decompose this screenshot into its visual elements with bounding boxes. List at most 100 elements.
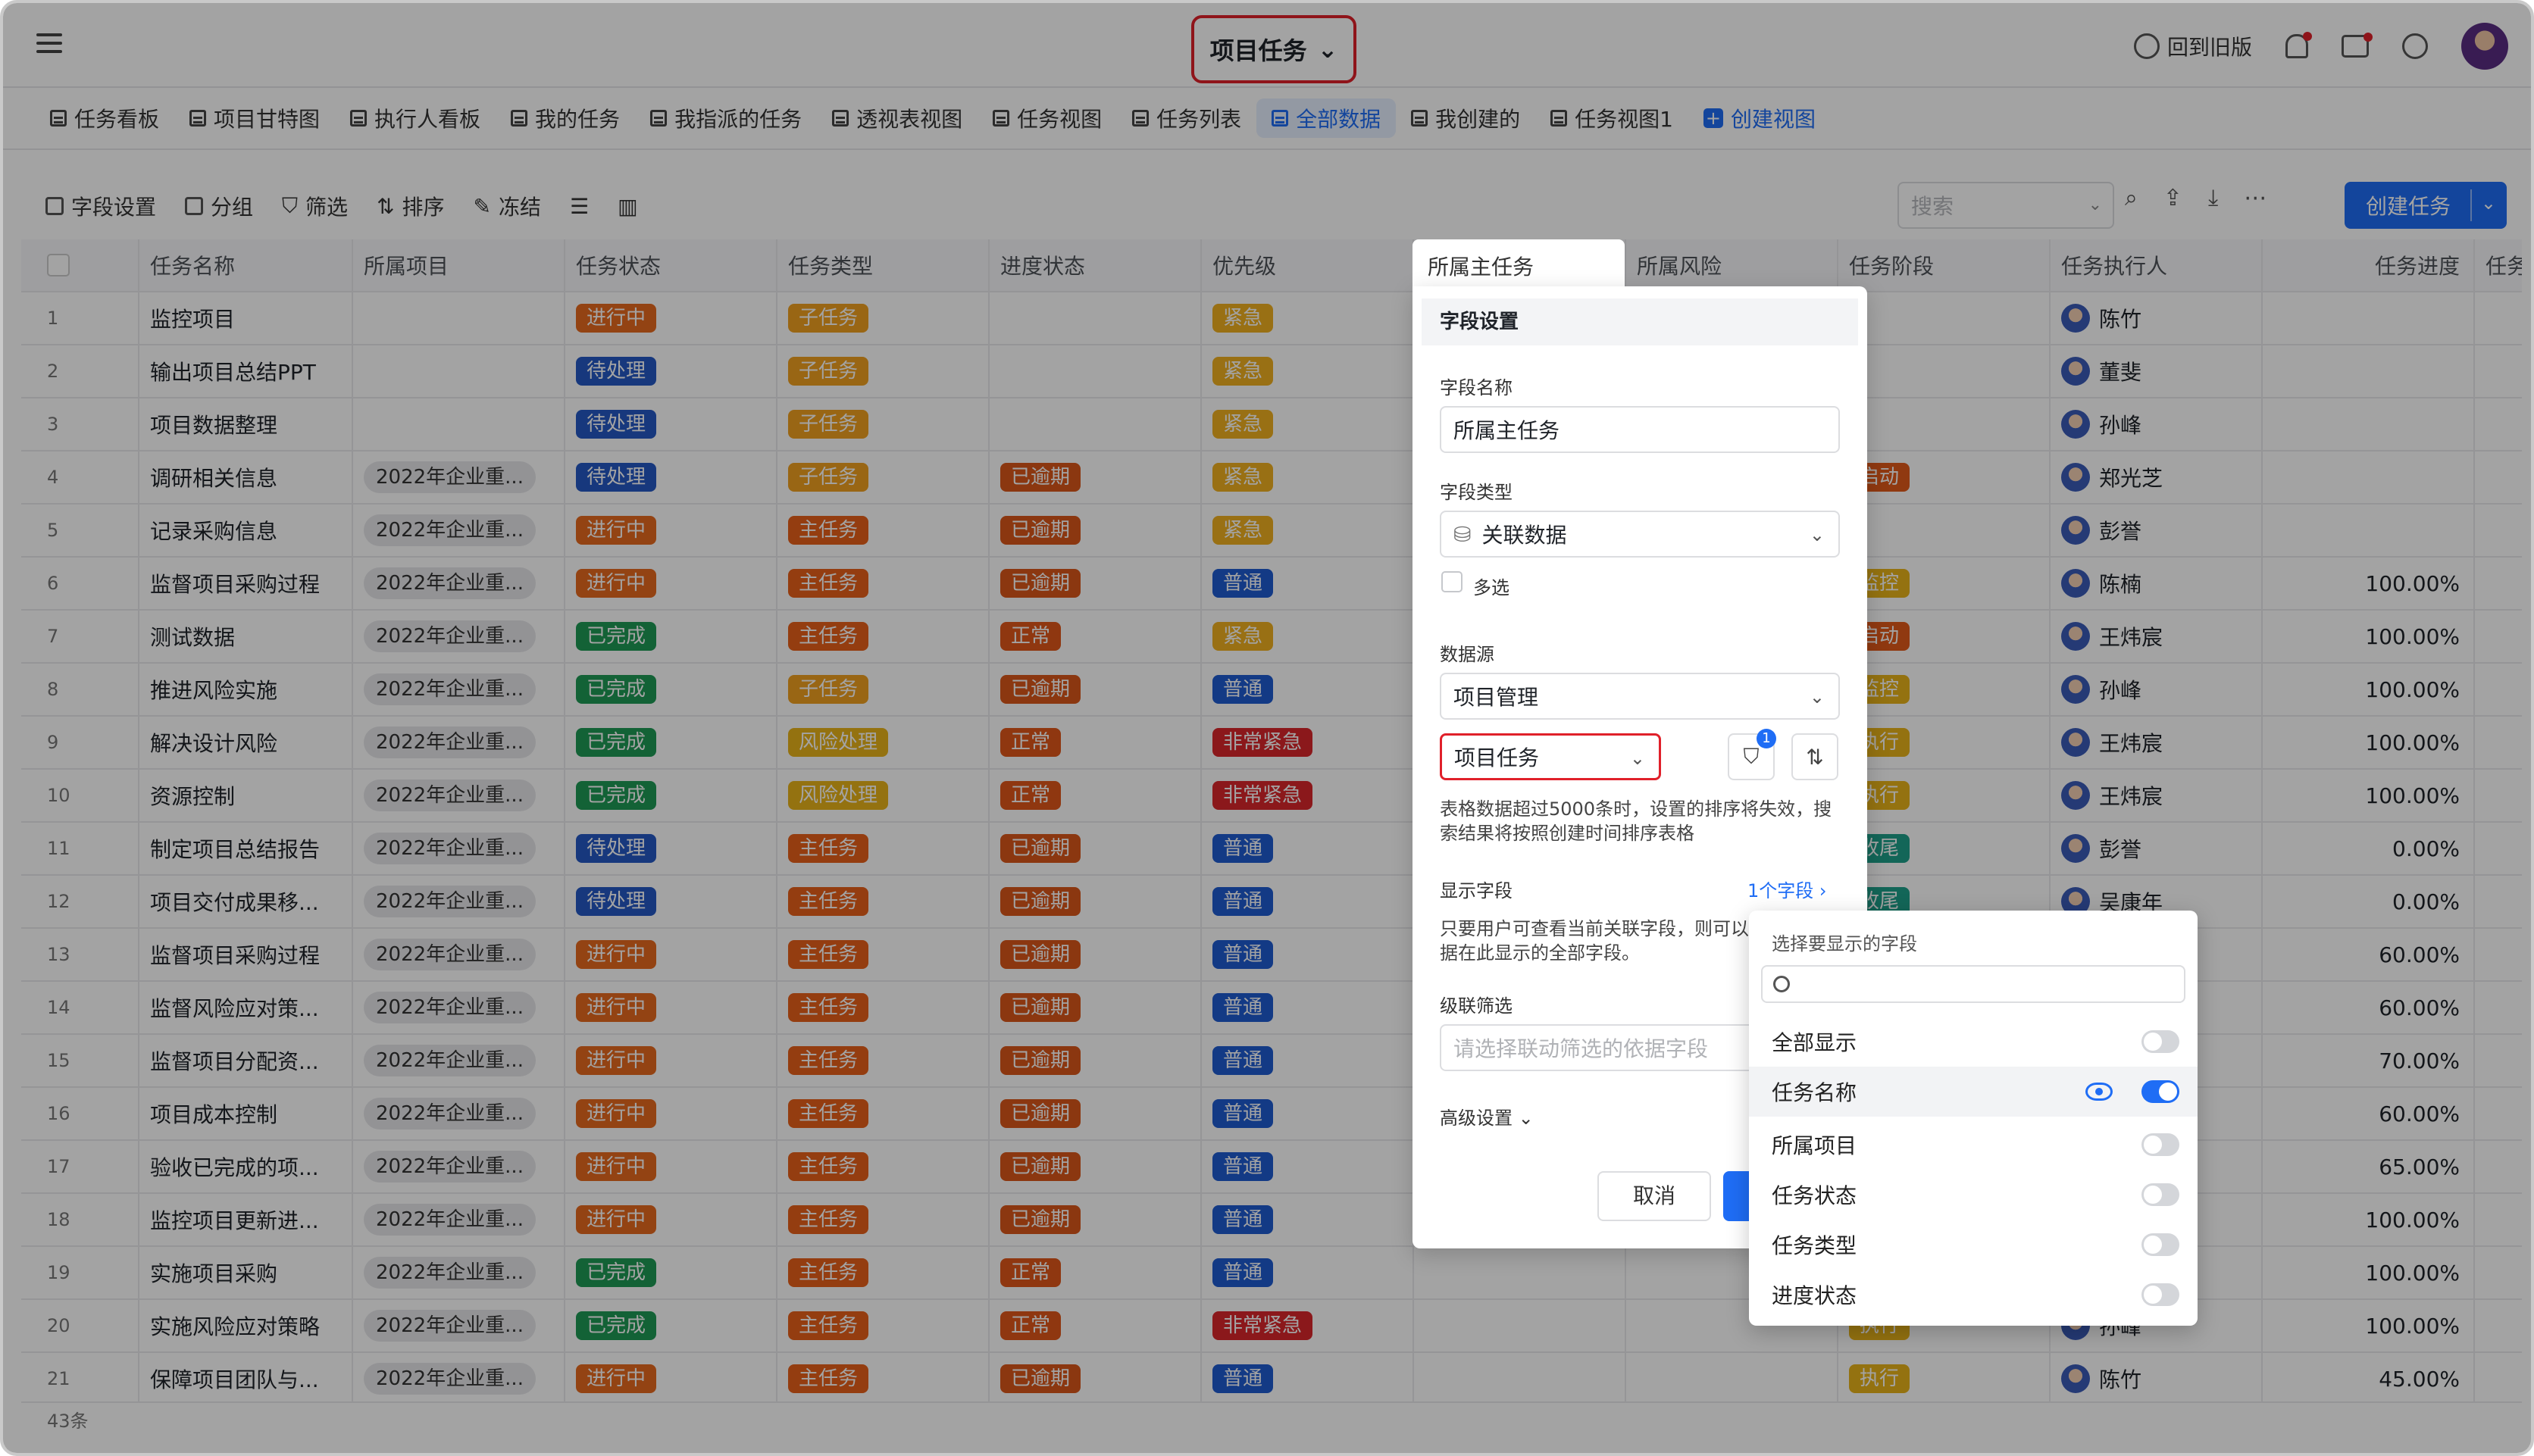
source-filter-button[interactable]: ⛉ 1 [1728, 729, 1776, 780]
field-option[interactable]: 全部显示 [1749, 1017, 2198, 1067]
search-input[interactable]: 搜索 ⌄ [1897, 182, 2114, 229]
task-name-cell[interactable]: 实施项目采购 [139, 1247, 353, 1298]
type-cell[interactable]: 主任务 [777, 823, 990, 874]
table-row[interactable]: 9 解决设计风险 2022年企业重... 已完成 风险处理 正常 非常紧急 执行 王炜宸 100.… [21, 717, 2522, 770]
view-tab[interactable]: 透视表视图 [817, 98, 978, 138]
column-header[interactable]: 任务进度 [2263, 239, 2475, 291]
stage-cell[interactable]: 启动 [1838, 451, 2051, 503]
stage-cell[interactable] [1838, 398, 2051, 450]
field-option[interactable]: 任务类型 [1749, 1220, 2198, 1270]
compass-icon[interactable] [2402, 33, 2428, 59]
priority-cell[interactable]: 普通 [1202, 1141, 1414, 1192]
project-cell[interactable]: 2022年企业重... [353, 558, 565, 609]
cancel-button[interactable]: 取消 [1597, 1171, 1711, 1221]
column-header[interactable]: 优先级 [1202, 239, 1414, 291]
stage-cell[interactable]: 执行 [1838, 770, 2051, 821]
assignee-cell[interactable]: 董斐 [2051, 345, 2263, 397]
type-cell[interactable]: 风险处理 [777, 770, 990, 821]
task-name-cell[interactable]: 测试数据 [139, 611, 353, 662]
progress-state-cell[interactable]: 已逾期 [990, 505, 1202, 556]
task-name-cell[interactable]: 监督风险应对策... [139, 982, 353, 1033]
field-search-input[interactable] [1761, 965, 2185, 1003]
task-progress-cell[interactable] [2263, 398, 2475, 450]
status-cell[interactable]: 待处理 [565, 451, 777, 503]
project-cell[interactable]: 2022年企业重... [353, 823, 565, 874]
progress-state-cell[interactable]: 正常 [990, 770, 1202, 821]
task-progress-cell[interactable]: 60.00% [2263, 982, 2475, 1033]
task-progress-cell[interactable]: 100.00% [2263, 770, 2475, 821]
status-cell[interactable]: 进行中 [565, 558, 777, 609]
view-tab[interactable]: 我指派的任务 [635, 98, 817, 138]
user-avatar[interactable] [2461, 23, 2508, 70]
type-cell[interactable]: 子任务 [777, 398, 990, 450]
task-name-cell[interactable]: 项目交付成果移... [139, 876, 353, 927]
type-cell[interactable]: 主任务 [777, 876, 990, 927]
field-toggle[interactable] [2141, 1283, 2179, 1306]
advanced-settings-toggle[interactable]: 高级设置 ⌄ [1440, 1103, 1534, 1129]
task-name-cell[interactable]: 推进风险实施 [139, 664, 353, 715]
stage-cell[interactable]: 执行 [1838, 1353, 2051, 1404]
task-progress-cell[interactable]: 60.00% [2263, 929, 2475, 980]
stage-cell[interactable] [1838, 345, 2051, 397]
status-cell[interactable]: 进行中 [565, 1353, 777, 1404]
field-option[interactable]: 所属项目 [1749, 1120, 2198, 1170]
type-cell[interactable]: 主任务 [777, 1247, 990, 1298]
active-column-header[interactable]: 所属主任务 [1412, 239, 1625, 292]
field-type-select[interactable]: ⛁ 关联数据 ⌄ [1440, 511, 1840, 558]
status-cell[interactable]: 进行中 [565, 1194, 777, 1245]
project-cell[interactable]: 2022年企业重... [353, 611, 565, 662]
progress-state-cell[interactable]: 正常 [990, 717, 1202, 768]
bell-icon[interactable] [2285, 32, 2312, 58]
project-cell[interactable]: 2022年企业重... [353, 1247, 565, 1298]
table-row[interactable]: 5 记录采购信息 2022年企业重... 进行中 主任务 已逾期 紧急 彭誉 [21, 505, 2522, 558]
column-header[interactable]: 任务执行人 [2051, 239, 2263, 291]
type-cell[interactable]: 风险处理 [777, 717, 990, 768]
source-table-select[interactable]: 项目任务 ⌄ [1440, 733, 1661, 780]
type-cell[interactable]: 主任务 [777, 558, 990, 609]
task-name-cell[interactable]: 资源控制 [139, 770, 353, 821]
project-cell[interactable] [353, 398, 565, 450]
row-height-button[interactable]: ☰ [570, 194, 589, 219]
task-progress-cell[interactable]: 70.00% [2263, 1035, 2475, 1086]
status-cell[interactable]: 进行中 [565, 1035, 777, 1086]
priority-cell[interactable]: 普通 [1202, 664, 1414, 715]
view-tab[interactable]: 执行人看板 [335, 98, 496, 138]
multi-select-checkbox[interactable] [1441, 571, 1463, 592]
task-progress-cell[interactable] [2263, 345, 2475, 397]
table-row[interactable]: 3 项目数据整理 待处理 子任务 紧急 孙峰 [21, 398, 2522, 451]
progress-state-cell[interactable]: 正常 [990, 611, 1202, 662]
field-toggle[interactable] [2141, 1233, 2179, 1256]
priority-cell[interactable]: 普通 [1202, 929, 1414, 980]
select-all-checkbox[interactable] [47, 254, 70, 277]
column-header[interactable]: 任务阶段 [1838, 239, 2051, 291]
select-all-cell[interactable] [21, 239, 139, 291]
back-to-old-version-button[interactable]: 回到旧版 [2133, 31, 2252, 61]
status-cell[interactable]: 进行中 [565, 1141, 777, 1192]
task-name-cell[interactable]: 解决设计风险 [139, 717, 353, 768]
risk-cell[interactable] [1626, 1353, 1838, 1404]
type-cell[interactable]: 主任务 [777, 1035, 990, 1086]
task-name-cell[interactable]: 实施风险应对策略 [139, 1300, 353, 1351]
task-name-cell[interactable]: 监督项目分配资... [139, 1035, 353, 1086]
upload-icon[interactable]: ⇪ [2163, 185, 2182, 211]
stage-cell[interactable] [1838, 505, 2051, 556]
type-cell[interactable]: 主任务 [777, 1300, 990, 1351]
progress-state-cell[interactable] [990, 292, 1202, 344]
task-name-cell[interactable]: 监督项目采购过程 [139, 558, 353, 609]
priority-cell[interactable]: 普通 [1202, 1194, 1414, 1245]
status-cell[interactable]: 进行中 [565, 1088, 777, 1139]
progress-state-cell[interactable]: 已逾期 [990, 929, 1202, 980]
project-cell[interactable] [353, 345, 565, 397]
sort-button[interactable]: ⇅ 排序 [377, 191, 444, 221]
status-cell[interactable]: 待处理 [565, 398, 777, 450]
page-title-dropdown[interactable]: 项目任务 ⌄ [1191, 15, 1356, 83]
table-row[interactable]: 11 制定项目总结报告 2022年企业重... 待处理 主任务 已逾期 普通 收尾 彭誉 0.00… [21, 823, 2522, 876]
field-option[interactable]: 进度状态 [1749, 1270, 2198, 1320]
task-name-cell[interactable]: 调研相关信息 [139, 451, 353, 503]
type-cell[interactable]: 主任务 [777, 1088, 990, 1139]
progress-state-cell[interactable]: 已逾期 [990, 1141, 1202, 1192]
assignee-cell[interactable]: 陈楠 [2051, 558, 2263, 609]
priority-cell[interactable]: 普通 [1202, 1035, 1414, 1086]
priority-cell[interactable]: 紧急 [1202, 398, 1414, 450]
progress-state-cell[interactable]: 已逾期 [990, 1088, 1202, 1139]
